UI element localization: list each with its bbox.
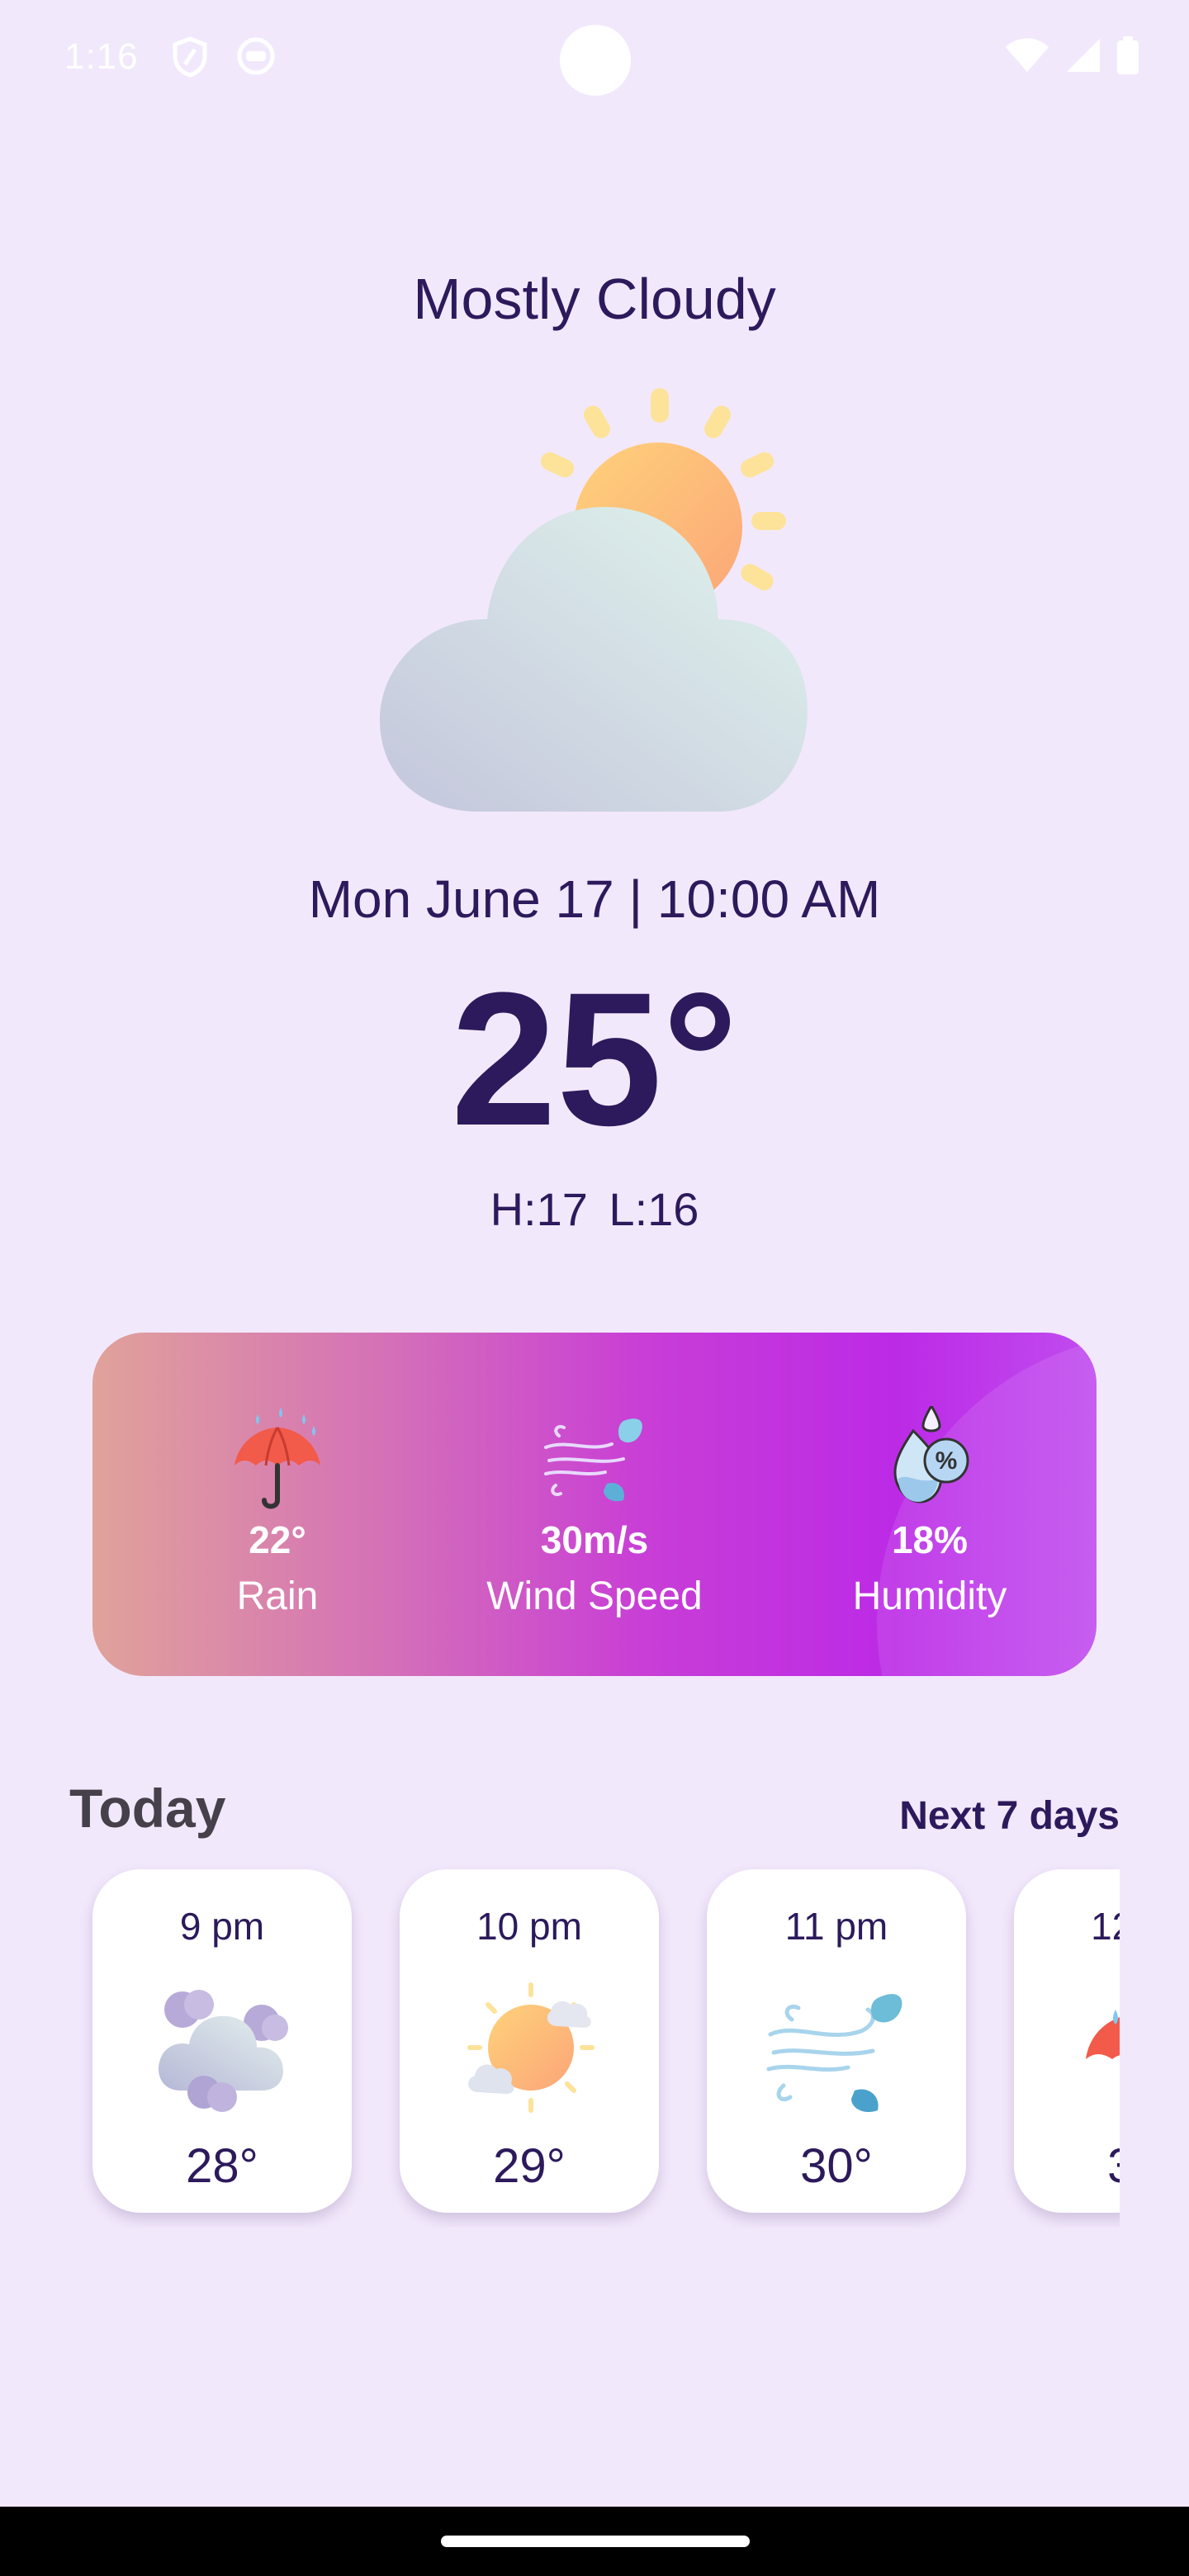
humidity-drops-icon: %: [781, 1402, 1078, 1509]
wind-stat: 30m/s Wind Speed: [446, 1402, 743, 1619]
high-temp: H:17: [490, 1183, 588, 1235]
next-7-days-link[interactable]: Next 7 days: [899, 1793, 1120, 1839]
front-camera: [560, 25, 631, 96]
wifi-icon: [1004, 37, 1050, 78]
rain-stat: 22° Rain: [129, 1402, 426, 1619]
weather-stats-card: 22° Rain 30m/s Wind Speed % 18% Humidity: [92, 1333, 1097, 1676]
high-low-temperature: H:17 L:16: [0, 1182, 1189, 1236]
shield-icon: [172, 36, 208, 82]
date-time: Mon June 17 | 10:00 AM: [308, 869, 881, 929]
humidity-stat: % 18% Humidity: [781, 1402, 1078, 1619]
wind-label: Wind Speed: [486, 1574, 703, 1618]
hour-temp: 30°: [800, 2139, 873, 2193]
status-bar: 1:16: [0, 0, 1189, 124]
hour-card[interactable]: 11 pm 30°: [707, 1869, 966, 2213]
badge-icon: [236, 36, 276, 80]
humidity-value: 18%: [891, 1518, 969, 1561]
hour-card[interactable]: 9 pm 28°: [92, 1869, 352, 2213]
current-temperature: 25°: [451, 953, 738, 1165]
hour-card[interactable]: 12 am 31°: [1014, 1869, 1120, 2213]
wind-icon: [762, 1977, 911, 2125]
hourly-forecast-list[interactable]: 9 pm 28° 10 pm 29° 11 pm 30° 1: [69, 1864, 1120, 2228]
rain-label: Rain: [236, 1574, 319, 1618]
clouds-icon: [148, 1977, 296, 2125]
home-gesture-handle[interactable]: [441, 2536, 750, 2547]
hour-time: 9 pm: [179, 1905, 265, 1948]
hour-temp: 29°: [493, 2139, 566, 2193]
sun-cloud-icon: [455, 1977, 604, 2125]
low-temp: L:16: [609, 1183, 699, 1235]
umbrella-icon: [1069, 1977, 1120, 2125]
svg-text:%: %: [936, 1447, 958, 1475]
weather-condition: Mostly Cloudy: [413, 267, 776, 331]
humidity-label: Humidity: [852, 1574, 1007, 1618]
hour-temp: 31°: [1014, 2138, 1120, 2194]
wind-leaf-icon: [446, 1402, 743, 1509]
hour-time: 11 pm: [784, 1905, 888, 1948]
hour-card[interactable]: 10 pm 29°: [400, 1869, 659, 2213]
status-time: 1:16: [64, 36, 139, 77]
sun-behind-cloud-icon: [363, 380, 826, 826]
today-heading: Today: [69, 1778, 226, 1839]
hour-temp: 28°: [186, 2139, 258, 2193]
rain-value: 22°: [249, 1518, 306, 1561]
umbrella-rain-icon: [129, 1402, 426, 1509]
hour-time: 12 am: [1091, 1905, 1120, 1948]
hour-time: 10 pm: [476, 1905, 582, 1948]
signal-icon: [1065, 37, 1101, 78]
battery-icon: [1116, 36, 1139, 78]
wind-value: 30m/s: [540, 1518, 649, 1561]
